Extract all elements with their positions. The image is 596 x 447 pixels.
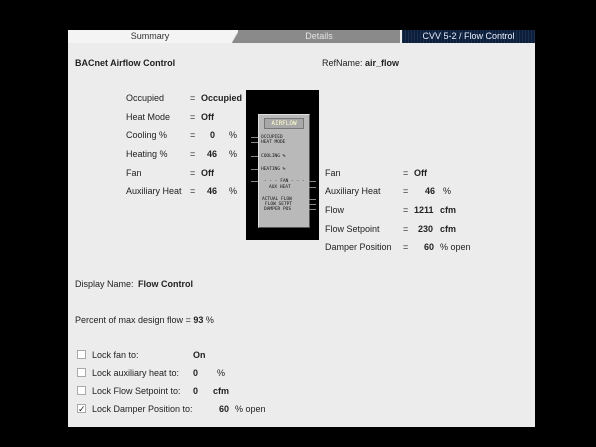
cooling-unit: % [229, 130, 238, 140]
device-pin [309, 187, 316, 188]
lock-aux-heat-value[interactable]: 0 [193, 368, 198, 378]
out-aux-heat-label: Auxiliary Heat [325, 186, 381, 196]
heat-mode-value: Off [201, 112, 214, 122]
out-aux-heat-unit: % [443, 186, 452, 196]
lock-aux-heat-label: Lock auxiliary heat to: [92, 368, 180, 378]
lock-aux-heat-unit: % [217, 368, 226, 378]
device-pin [251, 181, 258, 182]
fan-eq: = [190, 168, 196, 178]
lock-flow-setpoint-value[interactable]: 0 [193, 386, 198, 396]
device-pin [309, 209, 316, 210]
display-name: Display Name: Flow Control [75, 279, 193, 289]
flow-value: 1211 [414, 205, 434, 215]
heating-value: 46 [207, 149, 218, 159]
lock-flow-setpoint-label: Lock Flow Setpoint to: [92, 386, 181, 396]
heating-label: Heating % [126, 149, 168, 159]
fan-value: Off [201, 168, 214, 178]
percent-max-eq: = [185, 315, 191, 325]
flow-setpoint-label: Flow Setpoint [325, 224, 380, 234]
heating-eq: = [190, 149, 196, 159]
device-input-cooling: COOLING % [261, 154, 286, 159]
percent-max-label: Percent of max design flow [75, 315, 184, 325]
percent-max-flow: Percent of max design flow = 93 % [75, 315, 214, 325]
out-aux-heat-eq: = [403, 186, 409, 196]
refname-label: RefName: [322, 58, 363, 68]
lock-damper-position-value[interactable]: 60 [219, 404, 229, 414]
display-name-label: Display Name: [75, 279, 134, 289]
device-input-heating: HEATING % [261, 167, 286, 172]
lock-damper-position-label: Lock Damper Position to: [92, 404, 193, 414]
lock-damper-position-checkbox[interactable]: ✓ [77, 404, 86, 414]
aux-heat-eq: = [190, 186, 196, 196]
device-pin [309, 199, 316, 200]
damper-position-label: Damper Position [325, 242, 392, 252]
out-fan-label: Fan [325, 168, 341, 178]
device-output-aux-heat: AUX HEAT [269, 185, 291, 190]
refname-value: air_flow [365, 58, 400, 68]
flow-label: Flow [325, 205, 345, 215]
tab-details[interactable]: Details [238, 30, 400, 43]
occupied-label: Occupied [126, 93, 165, 103]
out-fan-eq: = [403, 168, 409, 178]
flow-setpoint-unit: cfm [440, 224, 457, 234]
cooling-eq: = [190, 130, 196, 140]
refname: RefName: air_flow [322, 58, 399, 68]
flow-unit: cfm [440, 205, 457, 215]
percent-max-unit: % [205, 315, 214, 325]
cooling-label: Cooling % [126, 130, 168, 140]
percent-max-value: 93 [193, 315, 204, 325]
tab-summary[interactable]: Summary [68, 30, 232, 43]
tab-flow-control[interactable]: CVV 5-2 / Flow Control [402, 30, 535, 43]
device-pin [251, 169, 258, 170]
heating-unit: % [229, 149, 238, 159]
page-title: BACnet Airflow Control [75, 58, 176, 68]
damper-position-value: 60 [424, 242, 435, 252]
heat-mode-eq: = [190, 112, 196, 122]
flow-setpoint-eq: = [403, 224, 409, 234]
out-fan-value: Off [414, 168, 427, 178]
device-pin [251, 156, 258, 157]
lock-flow-setpoint-checkbox[interactable] [77, 386, 86, 395]
flow-eq: = [403, 205, 409, 215]
flow-setpoint-value: 230 [418, 224, 434, 234]
device-fan-line: - - - FAN - - - [264, 179, 305, 184]
damper-position-unit: % open [440, 242, 471, 252]
device-pin [251, 142, 258, 143]
out-aux-heat-value: 46 [425, 186, 436, 196]
occupied-value: Occupied [201, 93, 243, 103]
cooling-value: 0 [210, 130, 216, 140]
device-pin [309, 204, 316, 205]
occupied-eq: = [190, 93, 196, 103]
aux-heat-label: Auxiliary Heat [126, 186, 182, 196]
lock-fan-label: Lock fan to: [92, 350, 139, 360]
fan-label: Fan [126, 168, 142, 178]
lock-fan-value[interactable]: On [193, 350, 206, 360]
lock-flow-setpoint-unit: cfm [213, 386, 230, 396]
device-input-heat-mode: HEAT MODE [261, 140, 286, 145]
device-pin [309, 181, 316, 182]
lock-aux-heat-checkbox[interactable] [77, 368, 86, 377]
device-title: AIRFLOW [264, 118, 304, 129]
device-pin [251, 137, 258, 138]
lock-fan-checkbox[interactable] [77, 350, 86, 359]
device-output-damper-pos: DAMPER POS [264, 207, 292, 212]
damper-position-eq: = [403, 242, 409, 252]
lock-damper-position-unit: % open [235, 404, 266, 414]
aux-heat-unit: % [229, 186, 238, 196]
display-name-value: Flow Control [138, 279, 194, 289]
aux-heat-value: 46 [207, 186, 218, 196]
heat-mode-label: Heat Mode [126, 112, 171, 122]
